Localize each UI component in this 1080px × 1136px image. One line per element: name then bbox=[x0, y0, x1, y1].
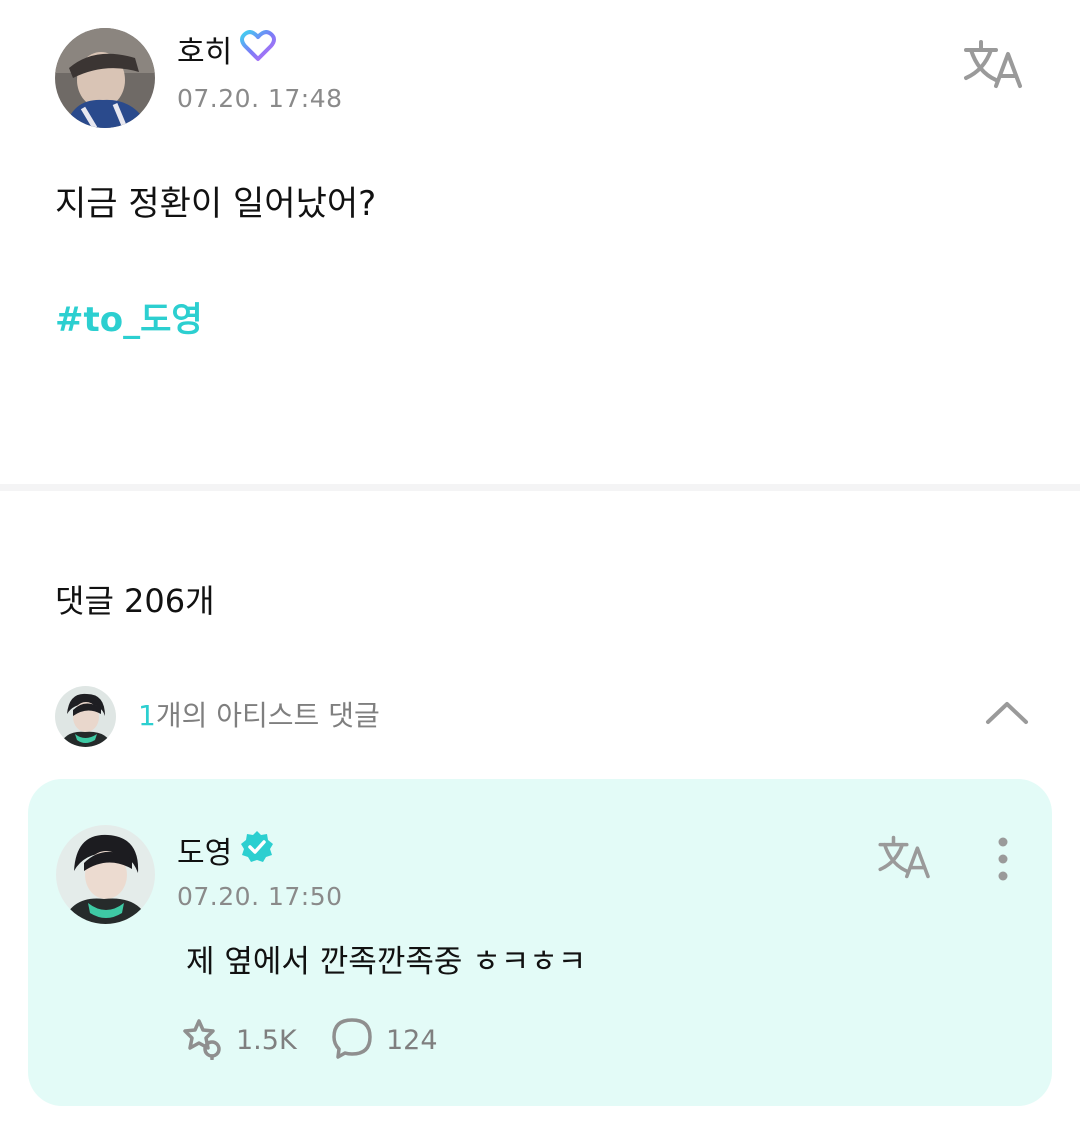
post-detail-screen: 호히 07.20. 17:48 지금 정환이 일어났어? #to_도영 댓글 2… bbox=[0, 0, 1080, 1136]
reply-count: 124 bbox=[386, 1024, 438, 1056]
artist-comment-author[interactable]: 도영 bbox=[177, 830, 274, 877]
post-body-text: 지금 정환이 일어났어? bbox=[55, 184, 377, 224]
post-timestamp: 07.20. 17:48 bbox=[177, 84, 343, 113]
comments-count-heading: 댓글 206개 bbox=[55, 582, 215, 620]
like-count: 1.5K bbox=[236, 1024, 297, 1056]
post-author-name[interactable]: 호히 bbox=[177, 30, 277, 75]
like-button[interactable]: 1.5K bbox=[178, 1016, 297, 1064]
artist-avatar-small bbox=[55, 686, 116, 747]
comment-icon bbox=[330, 1016, 374, 1064]
artist-comments-summary[interactable]: 1개의 아티스트 댓글 bbox=[138, 696, 380, 736]
more-vertical-icon[interactable] bbox=[990, 834, 1016, 884]
post-author-name-text: 호히 bbox=[177, 34, 233, 70]
artist-comments-label: 개의 아티스트 댓글 bbox=[155, 699, 380, 732]
artist-comment-author-name: 도영 bbox=[177, 835, 233, 871]
artist-comments-count: 1 bbox=[138, 699, 156, 732]
translate-icon[interactable] bbox=[962, 38, 1026, 90]
membership-heart-icon bbox=[240, 30, 277, 75]
post-hashtag-link[interactable]: #to_도영 bbox=[55, 296, 203, 344]
like-icon bbox=[178, 1016, 224, 1064]
post-author-avatar[interactable] bbox=[55, 28, 155, 128]
verified-badge-icon bbox=[240, 830, 274, 877]
chevron-up-icon[interactable] bbox=[984, 696, 1030, 728]
reply-button[interactable]: 124 bbox=[330, 1016, 438, 1064]
artist-comment-text: 제 옆에서 깐족깐족중 ㅎㅋㅎㅋ bbox=[186, 944, 587, 980]
translate-icon[interactable] bbox=[876, 834, 934, 880]
artist-comment-timestamp: 07.20. 17:50 bbox=[177, 882, 343, 911]
artist-comment-avatar[interactable] bbox=[56, 825, 155, 924]
section-divider bbox=[0, 484, 1080, 491]
